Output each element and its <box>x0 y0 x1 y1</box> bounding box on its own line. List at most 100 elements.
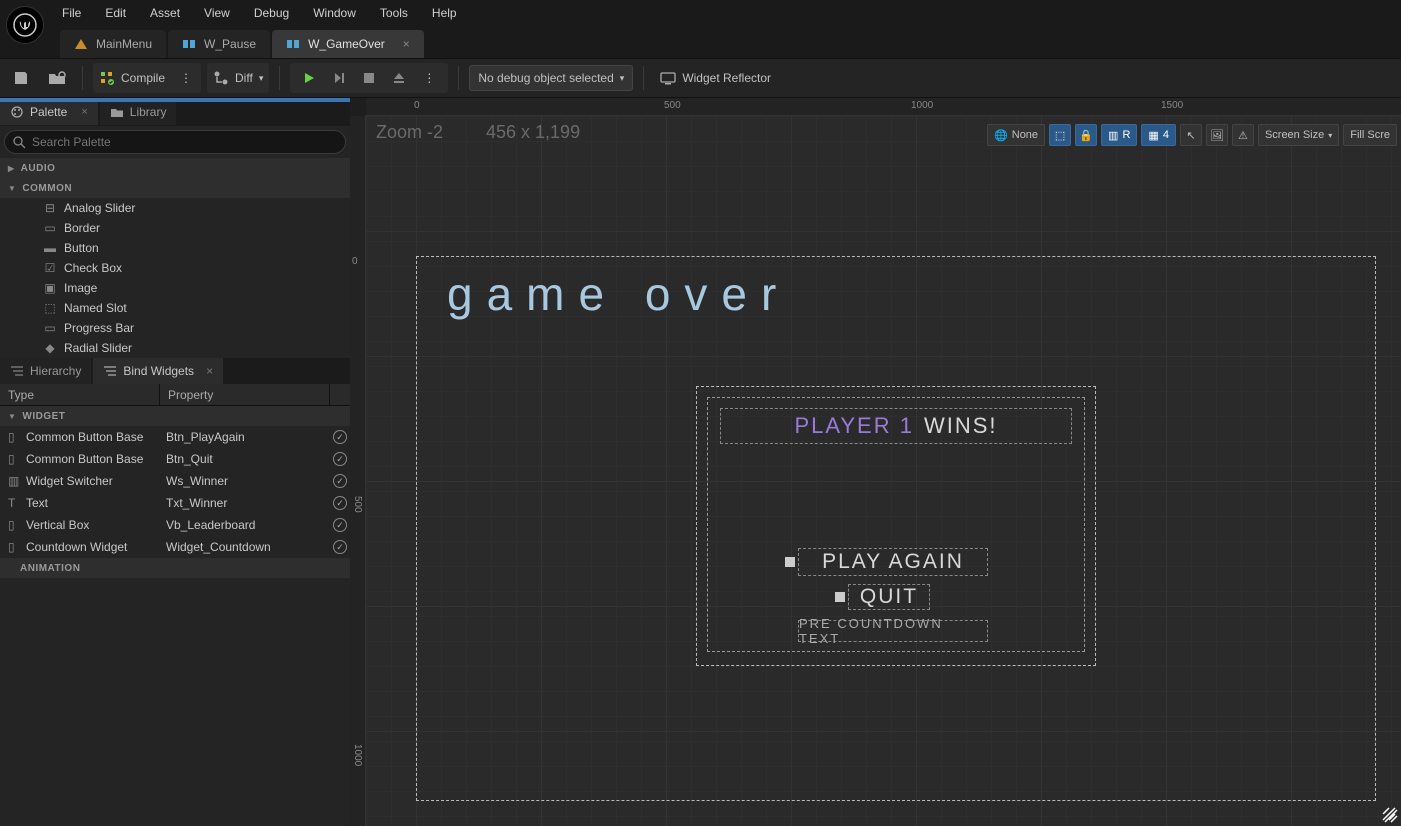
palette-search[interactable] <box>4 130 346 154</box>
ruler-vertical: 0 500 1000 <box>350 116 366 826</box>
fill-screen-dropdown[interactable]: Fill Scre <box>1343 124 1397 146</box>
compile-button[interactable]: Compile <box>93 63 171 93</box>
designer-canvas[interactable]: 0 500 1000 1500 0 500 1000 Zoom -2 456 x… <box>350 98 1401 826</box>
center-panel-outline[interactable]: PLAYER 1 WINS! PLAY AGAIN QUIT PRE COUNT… <box>696 386 1096 666</box>
palette-search-input[interactable] <box>32 135 337 149</box>
close-icon[interactable]: × <box>206 364 213 378</box>
bind-widget-row[interactable]: ▯Common Button BaseBtn_Quit✓ <box>0 448 350 470</box>
localization-button[interactable]: 🌐None <box>987 124 1045 146</box>
slider-icon: ⊟ <box>44 202 56 214</box>
step-button[interactable] <box>324 63 354 93</box>
header-type: Type <box>0 384 160 405</box>
play-again-button-outline[interactable]: PLAY AGAIN <box>798 548 988 576</box>
widget-type-icon: ▥ <box>8 474 20 488</box>
tab-label: W_Pause <box>204 37 256 51</box>
diff-button[interactable]: Diff ▾ <box>207 63 269 93</box>
zoom-to-fit[interactable]: ↖ <box>1180 124 1202 146</box>
game-over-title[interactable]: Game Over <box>447 267 790 321</box>
menu-asset[interactable]: Asset <box>138 0 192 26</box>
lock-toggle[interactable]: 🔒 <box>1075 124 1097 146</box>
unreal-logo[interactable] <box>6 6 44 44</box>
stats-toggle[interactable]: ⚠ <box>1232 124 1254 146</box>
tab-mainmenu[interactable]: MainMenu <box>60 30 166 58</box>
check-icon[interactable]: ✓ <box>333 452 347 466</box>
image-icon: 🖼 <box>1210 129 1224 142</box>
category-widget[interactable]: ▼WIDGET <box>0 406 350 426</box>
layout-icon: ▥ <box>1108 129 1118 142</box>
border-icon: ▭ <box>44 222 56 234</box>
chevron-down-icon: ▼ <box>8 412 16 421</box>
globe-icon: 🌐 <box>994 129 1008 142</box>
preview-image[interactable]: 🖼 <box>1206 124 1228 146</box>
palette-item[interactable]: ▬Button <box>0 238 350 258</box>
palette-item[interactable]: ⬚Named Slot <box>0 298 350 318</box>
tab-wgameover[interactable]: W_GameOver × <box>272 30 424 58</box>
outline-toggle[interactable]: ⬚ <box>1049 124 1071 146</box>
check-icon[interactable]: ✓ <box>333 430 347 444</box>
menu-help[interactable]: Help <box>420 0 469 26</box>
bind-widget-row[interactable]: ▯Common Button BaseBtn_PlayAgain✓ <box>0 426 350 448</box>
library-tab-label: Library <box>130 105 167 119</box>
bind-widget-row[interactable]: ▥Widget SwitcherWs_Winner✓ <box>0 470 350 492</box>
respect-locks[interactable]: ▥R <box>1101 124 1137 146</box>
hierarchy-tab[interactable]: Hierarchy <box>0 358 91 384</box>
grid-snap[interactable]: ▦4 <box>1141 124 1176 146</box>
countdown-text-outline[interactable]: PRE COUNTDOWN TEXT <box>798 620 988 642</box>
winner-text-box[interactable]: PLAYER 1 WINS! <box>720 408 1072 444</box>
check-icon[interactable]: ✓ <box>333 496 347 510</box>
play-button[interactable] <box>294 63 324 93</box>
quit-button-outline[interactable]: QUIT <box>848 584 930 610</box>
widget-type-icon: ▯ <box>8 452 20 466</box>
tab-label: W_GameOver <box>308 37 385 51</box>
bind-widget-row[interactable]: ▯Countdown WidgetWidget_Countdown✓ <box>0 536 350 558</box>
compile-label: Compile <box>121 71 165 85</box>
menu-file[interactable]: File <box>50 0 93 26</box>
palette-tab[interactable]: Palette × <box>0 99 98 125</box>
bind-widget-row[interactable]: TTextTxt_Winner✓ <box>0 492 350 514</box>
save-button[interactable] <box>6 63 36 93</box>
resize-handle-icon[interactable] <box>1381 806 1399 824</box>
menu-tools[interactable]: Tools <box>368 0 420 26</box>
screen-size-dropdown[interactable]: Screen Size▾ <box>1258 124 1339 146</box>
library-tab[interactable]: Library <box>100 99 177 125</box>
palette-items: ⊟Analog Slider ▭Border ▬Button ☑Check Bo… <box>0 198 350 358</box>
palette-item[interactable]: ▣Image <box>0 278 350 298</box>
widget-reflector-button[interactable]: Widget Reflector <box>654 63 777 93</box>
browse-button[interactable] <box>42 63 72 93</box>
check-icon[interactable]: ✓ <box>333 540 347 554</box>
search-icon <box>13 136 26 149</box>
eject-button[interactable] <box>384 63 414 93</box>
menu-window[interactable]: Window <box>301 0 368 26</box>
category-audio[interactable]: ▶AUDIO <box>0 158 350 178</box>
widget-type-icon: ▯ <box>8 430 20 444</box>
left-panel: Palette × Library ▶AUDIO ▼COMMON ⊟Analog… <box>0 98 350 826</box>
diff-label: Diff <box>235 71 253 85</box>
close-icon[interactable]: × <box>81 106 87 118</box>
tab-wpause[interactable]: W_Pause <box>168 30 270 58</box>
close-icon[interactable]: × <box>403 37 410 51</box>
category-animation[interactable]: ANIMATION <box>0 558 350 578</box>
button-icon: ▬ <box>44 242 56 254</box>
checkbox-icon: ☑ <box>44 262 56 274</box>
chevron-down-icon: ▾ <box>620 73 625 84</box>
check-icon[interactable]: ✓ <box>333 518 347 532</box>
palette-item[interactable]: ◆Radial Slider <box>0 338 350 358</box>
play-options[interactable]: ⋮ <box>414 63 444 93</box>
bind-widget-row[interactable]: ▯Vertical BoxVb_Leaderboard✓ <box>0 514 350 536</box>
stop-button[interactable] <box>354 63 384 93</box>
palette-item[interactable]: ▭Progress Bar <box>0 318 350 338</box>
menu-bar: File Edit Asset View Debug Window Tools … <box>0 0 1401 26</box>
bind-widgets-tab[interactable]: Bind Widgets × <box>93 358 223 384</box>
menu-debug[interactable]: Debug <box>242 0 301 26</box>
palette-item[interactable]: ▭Border <box>0 218 350 238</box>
compile-options[interactable]: ⋮ <box>171 63 201 93</box>
check-icon[interactable]: ✓ <box>333 474 347 488</box>
chevron-down-icon: ▾ <box>1328 131 1332 140</box>
palette-item[interactable]: ⊟Analog Slider <box>0 198 350 218</box>
debug-object-select[interactable]: No debug object selected ▾ <box>469 65 633 91</box>
inner-panel-outline[interactable]: PLAYER 1 WINS! PLAY AGAIN QUIT PRE COUNT… <box>707 397 1085 652</box>
palette-item[interactable]: ☑Check Box <box>0 258 350 278</box>
menu-view[interactable]: View <box>192 0 242 26</box>
category-common[interactable]: ▼COMMON <box>0 178 350 198</box>
menu-edit[interactable]: Edit <box>93 0 138 26</box>
